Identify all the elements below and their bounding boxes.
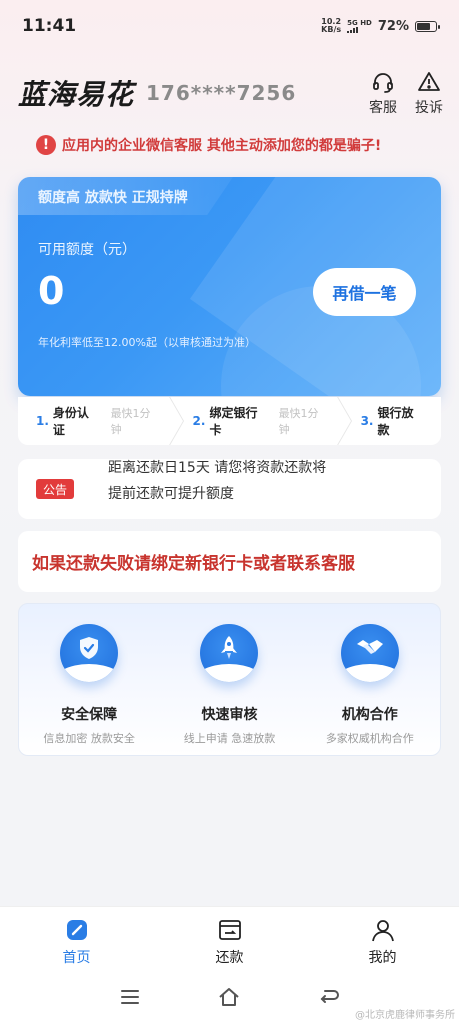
fraud-warning-text: 应用内的企业微信客服 其他主动添加您的都是骗子! <box>62 138 382 154</box>
tab-label: 首页 <box>62 950 91 966</box>
status-bar: 11:41 10.2 KB/s 5G HD 72% <box>0 0 459 52</box>
warning-triangle-icon <box>418 71 440 91</box>
repayment-failure-alert: 如果还款失败请绑定新银行卡或者联系客服 <box>18 531 441 592</box>
feature-security: 安全保障 信息加密 放款安全 <box>19 604 159 755</box>
repayment-failure-text: 如果还款失败请绑定新银行卡或者联系客服 <box>32 554 355 574</box>
available-credit-amount: 0 <box>38 269 65 313</box>
net-speed-unit: KB/s <box>321 25 342 34</box>
fraud-warning: ! 应用内的企业微信客服 其他主动添加您的都是骗子! <box>36 133 436 157</box>
brand-logo: 蓝海易花 <box>18 78 135 111</box>
announcement-text: 提前还款可提升额度 <box>108 486 234 502</box>
step-separator <box>337 397 350 445</box>
loan-card: 额度高 放款快 正规持牌 可用额度（元） 0 再借一笔 年化利率低至12.00%… <box>18 177 441 396</box>
battery-icon <box>415 20 440 32</box>
header-actions: 客服 投诉 <box>369 70 443 117</box>
menu-icon[interactable] <box>118 985 142 1009</box>
handshake-icon <box>340 624 399 682</box>
step-number: 1. <box>36 414 49 428</box>
feature-title: 快速审核 <box>201 707 258 723</box>
feature-title: 机构合作 <box>341 707 398 723</box>
alert-circle-icon: ! <box>36 135 56 155</box>
home-nav-icon[interactable] <box>217 985 241 1009</box>
tab-home[interactable]: 首页 <box>0 907 153 970</box>
announcement-badge: 公告 <box>36 479 74 499</box>
status-indicators: 10.2 KB/s 5G HD 72% <box>321 18 440 34</box>
repay-icon <box>218 920 241 940</box>
user-phone: 176****7256 <box>146 81 297 105</box>
shield-check-icon <box>60 624 119 682</box>
feature-title: 安全保障 <box>61 707 118 723</box>
available-credit-label: 可用额度（元） <box>38 242 136 258</box>
step-number: 3. <box>360 414 374 428</box>
net-speed: 10.2 KB/s <box>321 18 341 34</box>
step-bind-card: 2. 绑定银行卡 最快1分钟 <box>193 404 328 438</box>
tab-profile[interactable]: 我的 <box>306 907 459 970</box>
card-tagline: 额度高 放款快 正规持牌 <box>38 190 188 206</box>
step-disbursement: 3. 银行放款 <box>361 404 423 438</box>
step-separator <box>169 397 182 445</box>
battery-percent: 72% <box>377 18 409 34</box>
step-name: 身份认证 <box>52 406 89 437</box>
announcement-text: 距离还款日15天 请您将资款还款将 <box>108 460 327 476</box>
announcement-bar[interactable]: 公告 距离还款日15天 请您将资款还款将 提前还款可提升额度 <box>18 459 441 519</box>
app-header: 蓝海易花 176****7256 客服 投诉 <box>18 68 443 118</box>
customer-service-button[interactable]: 客服 <box>369 70 397 117</box>
tab-label: 我的 <box>368 950 397 966</box>
borrow-again-button[interactable]: 再借一笔 <box>313 268 416 316</box>
feature-partners: 机构合作 多家权威机构合作 <box>300 604 440 755</box>
tab-label: 还款 <box>215 950 244 966</box>
rocket-icon <box>200 624 259 682</box>
feature-fast-review: 快速审核 线上申请 急速放款 <box>159 604 299 755</box>
customer-service-label: 客服 <box>369 99 397 116</box>
feature-subtitle: 多家权威机构合作 <box>325 732 414 745</box>
step-identity: 1. 身份认证 最快1分钟 <box>36 404 159 438</box>
watermark: @北京虎鹿律师事务所 <box>355 1010 455 1021</box>
tab-repay[interactable]: 还款 <box>153 907 306 970</box>
interest-rate-note: 年化利率低至12.00%起（以审核通过为准） <box>38 336 256 349</box>
features-panel: 安全保障 信息加密 放款安全 快速审核 线上申请 急速放款 机构合作 多家权威机… <box>18 603 441 756</box>
step-name: 银行放款 <box>377 406 414 437</box>
step-time: 最快1分钟 <box>278 407 319 436</box>
signal-icon: 5G HD <box>347 19 372 33</box>
signal-label: 5G HD <box>347 19 372 27</box>
application-steps: 1. 身份认证 最快1分钟 2. 绑定银行卡 最快1分钟 3. 银行放款 <box>18 397 441 445</box>
step-name: 绑定银行卡 <box>209 406 258 437</box>
complaint-button[interactable]: 投诉 <box>415 70 443 117</box>
complaint-label: 投诉 <box>415 99 443 116</box>
step-number: 2. <box>192 414 206 428</box>
headset-icon <box>373 72 393 93</box>
step-time: 最快1分钟 <box>110 407 151 436</box>
bottom-tab-bar: 首页 还款 我的 <box>0 906 459 970</box>
profile-icon <box>371 920 394 942</box>
status-time: 11:41 <box>22 16 77 36</box>
home-icon <box>66 920 87 940</box>
feature-subtitle: 信息加密 放款安全 <box>43 732 135 745</box>
feature-subtitle: 线上申请 急速放款 <box>183 732 276 745</box>
back-icon[interactable] <box>317 985 341 1009</box>
